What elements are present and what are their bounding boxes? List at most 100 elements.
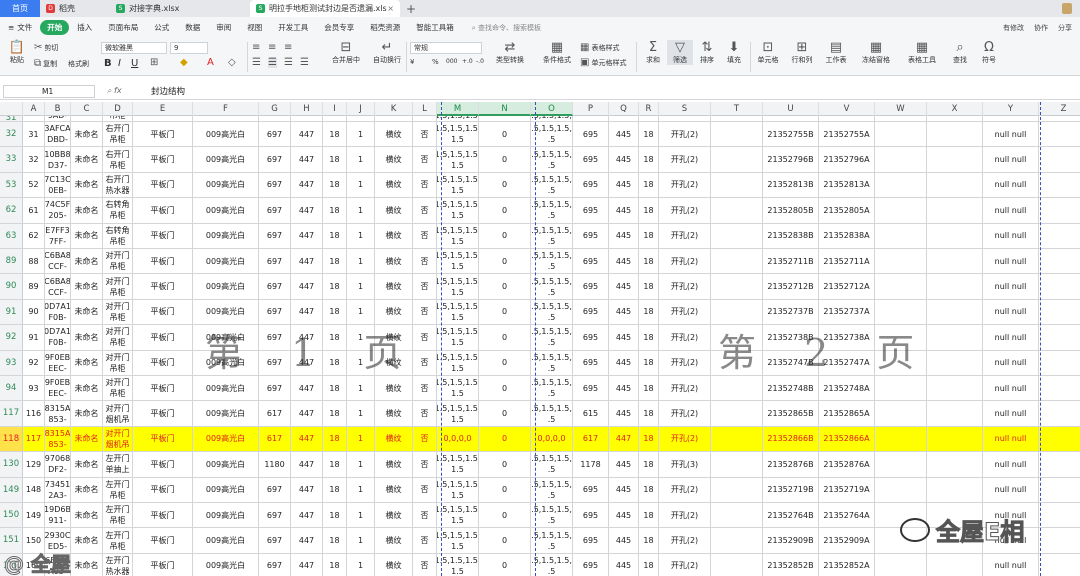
- column-header-f[interactable]: F: [193, 102, 259, 116]
- table-cell[interactable]: 横纹: [375, 452, 413, 477]
- table-cell[interactable]: 否: [413, 477, 437, 502]
- table-cell[interactable]: [711, 426, 763, 452]
- font-color-button[interactable]: A: [207, 58, 214, 68]
- table-cell[interactable]: 18: [323, 249, 347, 274]
- merge-center-button[interactable]: ⊟ 合并居中: [328, 40, 364, 65]
- row-header[interactable]: 91: [0, 299, 23, 325]
- table-cell[interactable]: 0: [479, 223, 531, 248]
- table-cell[interactable]: null null: [983, 376, 1039, 401]
- table-cell[interactable]: 平板门: [133, 350, 193, 375]
- table-cell[interactable]: 0: [479, 198, 531, 223]
- table-cell[interactable]: 未命名: [71, 172, 103, 198]
- command-search[interactable]: ⌕ 查找命令、搜索模板: [472, 23, 541, 33]
- table-cell[interactable]: 否: [413, 172, 437, 198]
- table-cell[interactable]: [927, 426, 983, 452]
- table-cell[interactable]: 1180: [259, 452, 291, 477]
- table-cell[interactable]: 1.5,1.5,1.5,1 .5: [531, 249, 573, 274]
- formula-content[interactable]: 封边结构: [151, 85, 185, 97]
- table-cell[interactable]: 18: [323, 147, 347, 172]
- row-header[interactable]: 62: [0, 198, 23, 223]
- table-cell[interactable]: 009高光白: [193, 452, 259, 477]
- table-cell[interactable]: [927, 350, 983, 375]
- table-cell[interactable]: 否: [413, 249, 437, 274]
- table-cell[interactable]: C6BA8 CCF-: [45, 249, 71, 274]
- table-cell[interactable]: [711, 528, 763, 553]
- table-cell[interactable]: 平板门: [133, 147, 193, 172]
- table-cell[interactable]: 1.5,1.5,1.5,1 .5: [531, 122, 573, 147]
- table-cell[interactable]: 18: [639, 553, 659, 576]
- table-cell[interactable]: 21352876B: [763, 452, 819, 477]
- share-button[interactable]: 分享: [1058, 23, 1072, 33]
- table-cell[interactable]: 0D7A1 F0B-: [45, 325, 71, 350]
- font-family-select[interactable]: 微软雅黑: [101, 42, 167, 54]
- table-cell[interactable]: [875, 223, 927, 248]
- table-cell[interactable]: 3AFCA DBD-: [45, 122, 71, 147]
- table-cell[interactable]: 445: [609, 249, 639, 274]
- table-cell[interactable]: [927, 172, 983, 198]
- table-cell[interactable]: 右转角 吊柜: [103, 198, 133, 223]
- table-cell[interactable]: [711, 452, 763, 477]
- table-cell[interactable]: [1039, 401, 1080, 425]
- table-cell[interactable]: 7C13C 0EB-: [45, 172, 71, 198]
- table-cell[interactable]: [875, 198, 927, 223]
- tab-docer[interactable]: D 稻壳: [40, 0, 110, 17]
- table-cell[interactable]: 平板门: [133, 401, 193, 426]
- table-cell[interactable]: null null: [983, 198, 1039, 223]
- table-cell[interactable]: [1039, 224, 1080, 248]
- paste-button[interactable]: 📋 粘贴: [2, 40, 32, 65]
- table-cell[interactable]: null null: [983, 299, 1039, 325]
- row-header[interactable]: 118: [0, 426, 23, 452]
- table-cell[interactable]: 1.5,1.5,1.5,1 .5: [531, 350, 573, 375]
- number-format-select[interactable]: 常规: [410, 42, 482, 54]
- table-cell[interactable]: 左开门 吊柜: [103, 477, 133, 502]
- table-cell[interactable]: 18: [639, 172, 659, 198]
- table-cell[interactable]: 1.5,1.5,1.5,1 .5: [531, 452, 573, 477]
- table-cell[interactable]: 18: [323, 198, 347, 223]
- table-cell[interactable]: 21352909B: [763, 528, 819, 553]
- table-cell[interactable]: 21352764B: [763, 503, 819, 528]
- table-cell[interactable]: [1039, 198, 1080, 222]
- table-cell[interactable]: 93: [23, 376, 45, 401]
- wrap-text-button[interactable]: ↵ 自动换行: [370, 40, 404, 65]
- table-cell[interactable]: 447: [291, 172, 323, 198]
- table-cell[interactable]: 447: [291, 274, 323, 299]
- table-cell[interactable]: 开孔(2): [659, 477, 711, 502]
- table-cell[interactable]: 0: [479, 528, 531, 553]
- table-cell[interactable]: 18: [639, 325, 659, 350]
- table-cell[interactable]: [875, 116, 927, 121]
- table-cell[interactable]: 0D7A1 F0B-: [45, 299, 71, 325]
- table-cell[interactable]: 695: [573, 249, 609, 274]
- table-cell[interactable]: 1.5,1.5,1.5,1 .5: [531, 376, 573, 401]
- table-cell[interactable]: 平板门: [133, 198, 193, 223]
- table-cell[interactable]: 18: [639, 122, 659, 147]
- table-cell[interactable]: 1.5,1.5,1.5,1: [531, 116, 573, 121]
- table-cell[interactable]: 1: [347, 223, 375, 248]
- menu-docer-resources[interactable]: 稻壳资源: [362, 22, 408, 33]
- file-menu[interactable]: ≡ 文件: [0, 22, 40, 33]
- table-cell[interactable]: 447: [291, 477, 323, 502]
- column-header-p[interactable]: P: [573, 102, 609, 116]
- table-cell[interactable]: 1.5,1.5,1.5, 1.5: [437, 452, 479, 477]
- table-cell[interactable]: 447: [291, 528, 323, 553]
- table-cell[interactable]: [1039, 325, 1080, 349]
- table-cell[interactable]: 21352748A: [819, 376, 875, 401]
- table-cell[interactable]: 0: [479, 350, 531, 375]
- table-cell[interactable]: 52: [23, 172, 45, 198]
- copy-button[interactable]: ⧉ 复制: [34, 59, 57, 69]
- table-cell[interactable]: 009高光白: [193, 426, 259, 452]
- table-cell[interactable]: 1.5,1.5,1.5,1 .5: [531, 172, 573, 198]
- table-cell[interactable]: 1: [347, 503, 375, 528]
- table-cell[interactable]: 左开门 吊柜: [103, 503, 133, 528]
- table-cell[interactable]: 445: [609, 376, 639, 401]
- table-cell[interactable]: 对开门 吊柜: [103, 249, 133, 274]
- table-cell[interactable]: 695: [573, 477, 609, 502]
- menu-data[interactable]: 数据: [177, 22, 208, 33]
- column-header-g[interactable]: G: [259, 102, 291, 116]
- table-cell[interactable]: 697: [259, 249, 291, 274]
- name-box[interactable]: M1: [3, 84, 95, 98]
- table-cell[interactable]: 445: [609, 172, 639, 198]
- table-cell[interactable]: [875, 249, 927, 274]
- table-cell[interactable]: 0: [479, 452, 531, 477]
- table-cell[interactable]: [133, 116, 193, 121]
- thousands-button[interactable]: 000: [446, 58, 457, 65]
